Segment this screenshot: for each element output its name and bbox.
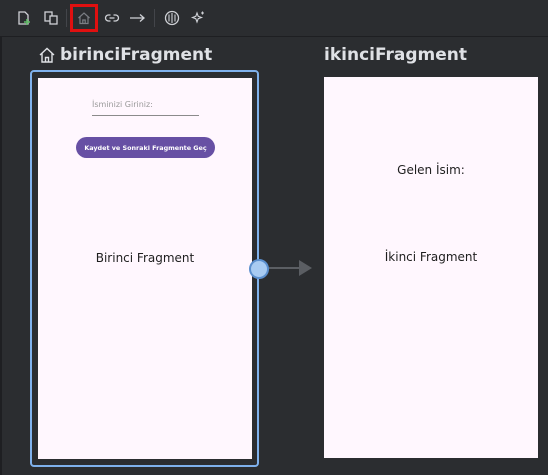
destination-title-label: ikinciFragment	[324, 45, 467, 65]
add-action-button[interactable]	[124, 4, 152, 32]
action-handle[interactable]	[249, 259, 269, 279]
deep-link-button[interactable]	[98, 4, 126, 32]
received-name-label: Gelen İsim:	[397, 163, 465, 177]
destination-title-label: birinciFragment	[60, 45, 213, 65]
name-input[interactable]: İsminizi Giriniz:	[92, 98, 199, 116]
new-destination-button[interactable]	[10, 4, 38, 32]
auto-arrange-icon	[164, 10, 180, 26]
save-next-button[interactable]: Kaydet ve Sonraki Fragmente Geç	[76, 137, 215, 158]
toolbar-separator	[154, 9, 155, 27]
save-next-button-label: Kaydet ve Sonraki Fragmente Geç	[84, 143, 207, 152]
new-destination-icon	[18, 11, 30, 25]
auto-arrange-button[interactable]	[158, 4, 186, 32]
home-icon	[39, 47, 55, 63]
fragment-body-text: Birinci Fragment	[95, 251, 195, 265]
fragment-body-text: İkinci Fragment	[384, 250, 478, 264]
name-input-hint: İsminizi Giriniz:	[92, 100, 153, 109]
navigation-editor-toolbar	[0, 0, 548, 37]
arrow-head-icon	[299, 260, 312, 276]
magic-button[interactable]	[184, 4, 212, 32]
assign-start-destination-button[interactable]	[70, 4, 98, 32]
side-strip	[0, 37, 2, 475]
destination-title-ikinci[interactable]: ikinciFragment	[324, 45, 467, 65]
nested-graph-icon	[44, 11, 58, 25]
arrow-right-icon	[130, 14, 145, 22]
toolbar-separator	[66, 9, 67, 27]
home-icon	[78, 12, 90, 25]
destination-title-birinci[interactable]: birinciFragment	[38, 45, 212, 65]
sparkle-icon	[190, 11, 204, 24]
fragment-preview-birinci[interactable]: İsminizi Giriniz: Kaydet ve Sonraki Frag…	[38, 78, 252, 459]
link-icon	[104, 14, 120, 22]
fragment-preview-ikinci[interactable]: Gelen İsim: İkinci Fragment	[324, 77, 538, 458]
nested-graph-button[interactable]	[37, 4, 65, 32]
